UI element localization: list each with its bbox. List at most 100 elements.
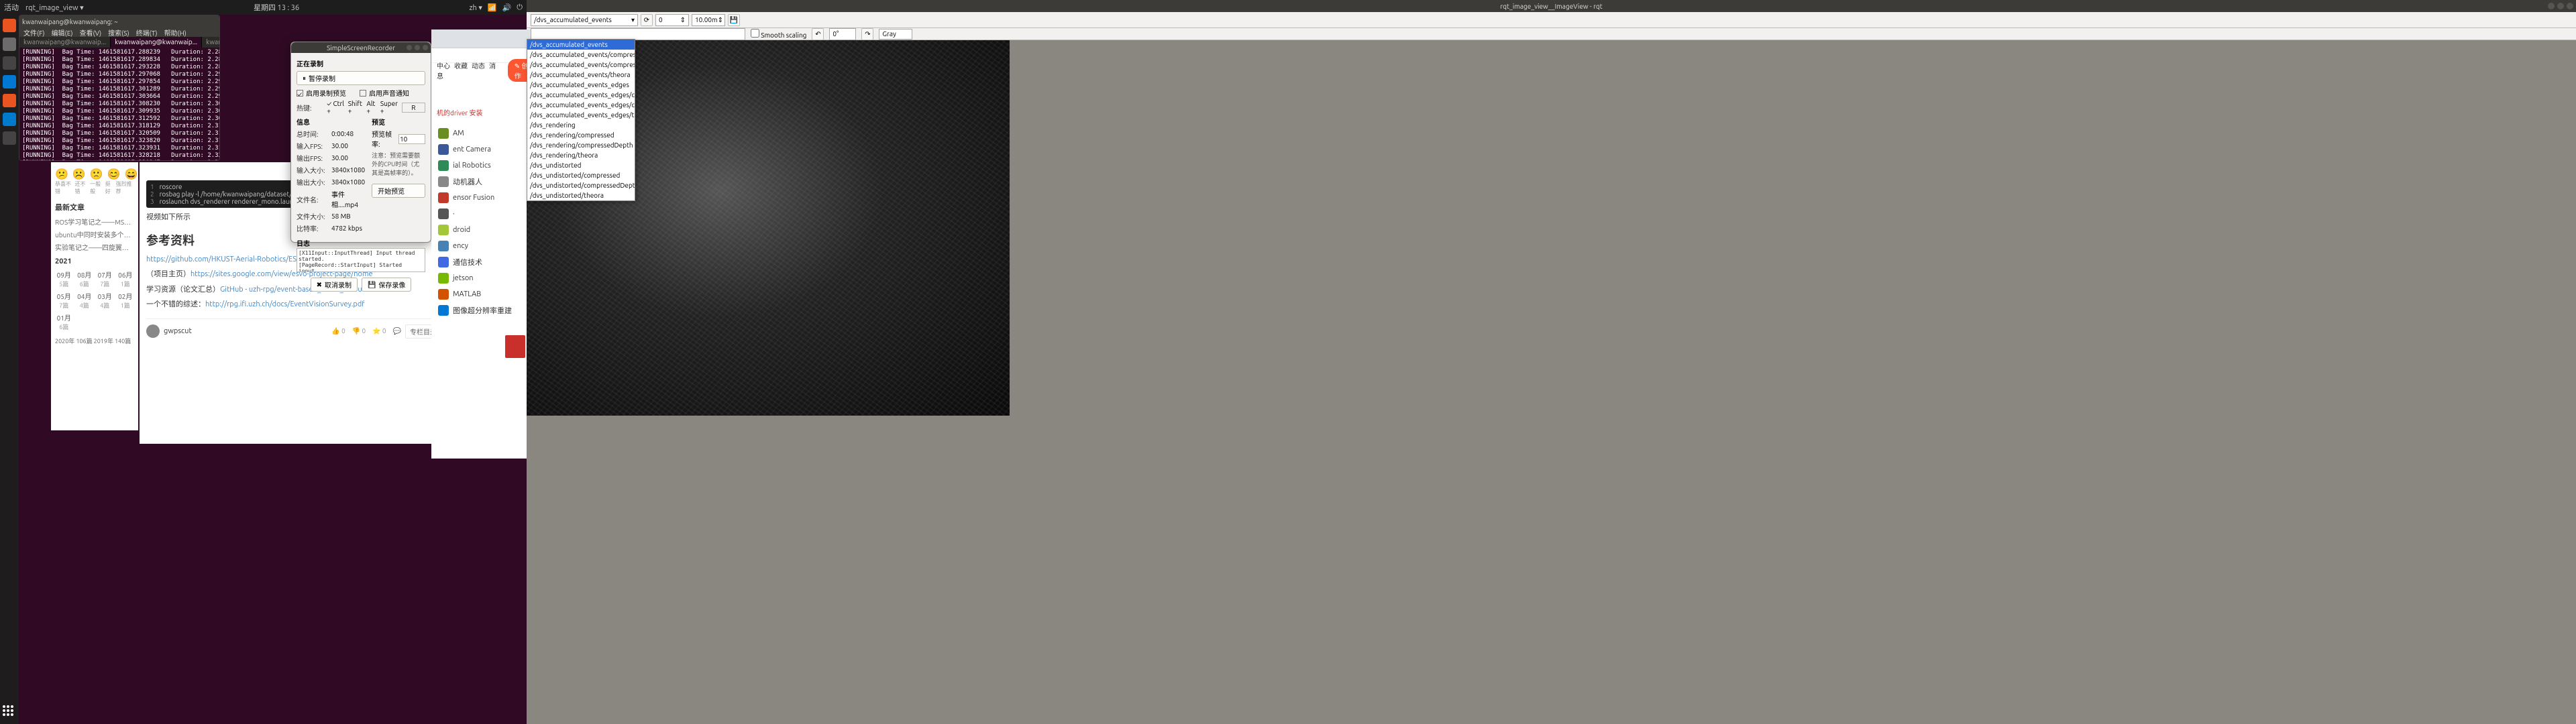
terminal-menu-item[interactable]: 终端(T) xyxy=(136,27,158,37)
article-link[interactable]: https://github.com/HKUST-Aerial-Robotics… xyxy=(146,255,307,263)
max-icon[interactable] xyxy=(415,45,420,50)
terminal-menu-item[interactable]: 编辑(E) xyxy=(52,27,73,37)
terminal-output[interactable]: [RUNNING] Bag Time: 1461581617.288239 Du… xyxy=(19,48,219,160)
preview-rate-input[interactable] xyxy=(398,134,425,144)
close-icon[interactable] xyxy=(2567,3,2573,9)
start-preview-button[interactable]: 开始预览 xyxy=(372,184,425,198)
topic-option[interactable]: /dvs_accumulated_events/compressedDepth xyxy=(527,60,635,70)
topic-option[interactable]: /dvs_undistorted xyxy=(527,160,635,170)
topic-option[interactable]: /dvs_rendering/theora xyxy=(527,150,635,160)
terminal-menu-item[interactable]: 查看(V) xyxy=(79,27,101,37)
rotate-right-button[interactable]: ↷ xyxy=(861,28,873,40)
dock-generic[interactable] xyxy=(3,131,16,145)
topic-option[interactable]: /dvs_undistorted/theora xyxy=(527,190,635,200)
refresh-button[interactable]: ⟳ xyxy=(641,14,653,26)
dock-apps-grid[interactable] xyxy=(3,705,16,719)
article-stats[interactable]: 👍 0👎 0⭐ 0💬 xyxy=(331,327,401,335)
rotate-combo[interactable]: 0° xyxy=(829,28,856,40)
app-indicator[interactable]: rqt_image_view ▾ xyxy=(25,3,84,12)
min-icon[interactable] xyxy=(2548,3,2555,9)
emoji-icon[interactable]: 😄 xyxy=(125,168,138,180)
topic-option[interactable]: /dvs_rendering xyxy=(527,120,635,130)
dock-ubuntu[interactable] xyxy=(3,94,16,107)
dock-terminal[interactable] xyxy=(3,56,16,70)
stat-item[interactable]: 💬 xyxy=(393,327,401,335)
cancel-button[interactable]: ✖ 取消录制 xyxy=(311,278,358,292)
article-link[interactable]: http://rpg.ifi.uzh.ch/docs/EventVisionSu… xyxy=(205,300,364,308)
terminal-tabs[interactable]: kwanwaipang@kwanwaip...kwanwaipang@kwanw… xyxy=(19,37,219,48)
topic-option[interactable]: /dvs_rendering/compressedDepth xyxy=(527,140,635,150)
topic-option[interactable]: /dvs_accumulated_events_edges xyxy=(527,80,635,90)
log-textarea[interactable]: [X11Input::InputThread] Input thread sta… xyxy=(297,248,425,272)
hk-shift[interactable]: Shift + xyxy=(348,100,365,115)
spin-1[interactable]: 0⇕ xyxy=(655,14,689,26)
topic-option[interactable]: /dvs_accumulated_events_edges/compressed xyxy=(527,90,635,100)
recorder-window[interactable]: SimpleScreenRecorder 正在录制 ⏸ 暂停录制 ✓启用录制预览… xyxy=(290,42,431,243)
emoji-icon[interactable]: 😊 xyxy=(107,168,121,180)
image-viewport[interactable] xyxy=(527,40,2576,724)
stat-item[interactable]: 👍 0 xyxy=(331,327,345,335)
archive-cell[interactable]: 03月4篇 xyxy=(96,291,114,310)
hk-super[interactable]: Super + xyxy=(380,100,400,115)
hk-alt[interactable]: Alt + xyxy=(366,100,378,115)
topic-option[interactable]: /dvs_accumulated_events xyxy=(527,40,635,50)
emoji-icon[interactable]: ☹️ xyxy=(72,168,86,180)
preview-checkbox[interactable]: ✓ xyxy=(297,90,303,97)
topic-combo[interactable]: /dvs_accumulated_events ▾ xyxy=(531,14,638,26)
wifi-icon[interactable]: 📶 xyxy=(488,3,497,12)
power-icon[interactable]: ⏻ xyxy=(517,3,523,12)
emoji-icon[interactable]: 🙁 xyxy=(90,168,103,180)
terminal-menu-item[interactable]: 搜索(S) xyxy=(108,27,129,37)
recorder-titlebar[interactable]: SimpleScreenRecorder xyxy=(291,42,431,53)
color-combo[interactable]: Gray xyxy=(879,29,912,40)
author-name[interactable]: gwpscut xyxy=(164,327,192,335)
avatar[interactable] xyxy=(146,324,160,338)
spin-2[interactable]: 10.00m⇕ xyxy=(692,14,725,26)
terminal-menu-item[interactable]: 文件(F) xyxy=(23,27,45,37)
category-item[interactable]: 图像超分辨率重建 xyxy=(437,302,540,318)
archive-grid[interactable]: 09月5篇08月6篇07月7篇06月1篇05月7篇04月4篇03月4篇02月1篇… xyxy=(55,269,134,331)
emoji-rating-row[interactable]: 😕☹️🙁😊😄 xyxy=(55,168,134,180)
blog-article-link[interactable]: 实验笔记之——四旋翼无人机的制作&试飞 xyxy=(55,242,134,252)
archive-cell[interactable]: 05月7篇 xyxy=(55,291,73,310)
dock-firefox[interactable] xyxy=(3,19,16,32)
archive-cell[interactable]: 09月5篇 xyxy=(55,269,73,288)
terminal-menu[interactable]: 文件(F) 编辑(E) 查看(V) 搜索(S) 终端(T) 帮助(H) xyxy=(19,27,219,37)
dock-zoom[interactable] xyxy=(3,75,16,88)
clock[interactable]: 星期四 13 : 36 xyxy=(84,2,470,13)
close-icon[interactable] xyxy=(423,45,428,50)
category-item[interactable]: ency xyxy=(437,238,540,254)
pause-button[interactable]: ⏸ 暂停录制 xyxy=(297,71,425,85)
archive-cell[interactable] xyxy=(117,312,135,331)
terminal-tab[interactable]: kwanwaipang@kwanwaip... xyxy=(111,37,202,48)
category-item[interactable]: ensor Fusion xyxy=(437,190,540,206)
category-item[interactable]: jetson xyxy=(437,270,540,286)
archive-cell[interactable]: 07月7篇 xyxy=(96,269,114,288)
archive-cell[interactable] xyxy=(76,312,94,331)
topic-dropdown[interactable]: /dvs_accumulated_events/dvs_accumulated_… xyxy=(527,39,635,201)
activities-label[interactable]: 活动 xyxy=(4,2,19,13)
archive-cell[interactable]: 06月1篇 xyxy=(117,269,135,288)
category-item[interactable]: 通信技术 xyxy=(437,254,540,270)
volume-icon[interactable]: 🔊 xyxy=(502,3,512,12)
topic-option[interactable]: /dvs_undistorted/compressedDepth xyxy=(527,180,635,190)
save-button[interactable]: 💾 保存录像 xyxy=(362,278,411,292)
topic-option[interactable]: /dvs_undistorted/compressed xyxy=(527,170,635,180)
topic-option[interactable]: /dvs_accumulated_events/compressed xyxy=(527,50,635,60)
min-icon[interactable] xyxy=(407,45,412,50)
category-item[interactable]: AM xyxy=(437,125,540,141)
category-item[interactable]: droid xyxy=(437,222,540,238)
input-lang[interactable]: zh ▾ xyxy=(470,3,482,12)
nav-item[interactable]: 收藏 xyxy=(454,62,468,70)
save-image-button[interactable]: 💾 xyxy=(728,14,740,26)
category-item[interactable]: 动机器人 xyxy=(437,174,540,190)
terminal-window[interactable]: kwanwaipang@kwanwaipang: ~ 文件(F)编辑(E)查看(… xyxy=(19,15,220,161)
smooth-check[interactable]: Smooth scaling xyxy=(751,29,806,39)
max-icon[interactable] xyxy=(2557,3,2564,9)
terminal-menu-item[interactable]: 帮助(H) xyxy=(164,27,186,37)
topic-option[interactable]: /dvs_accumulated_events_edges/compressed… xyxy=(527,100,635,110)
topic-option[interactable]: /dvs_rendering/compressed xyxy=(527,130,635,140)
mouse-topic-combo[interactable] xyxy=(531,28,745,40)
blog-article-link[interactable]: ubuntu中同时安装多个版本的opencv xyxy=(55,229,134,239)
dock-files[interactable] xyxy=(3,38,16,51)
